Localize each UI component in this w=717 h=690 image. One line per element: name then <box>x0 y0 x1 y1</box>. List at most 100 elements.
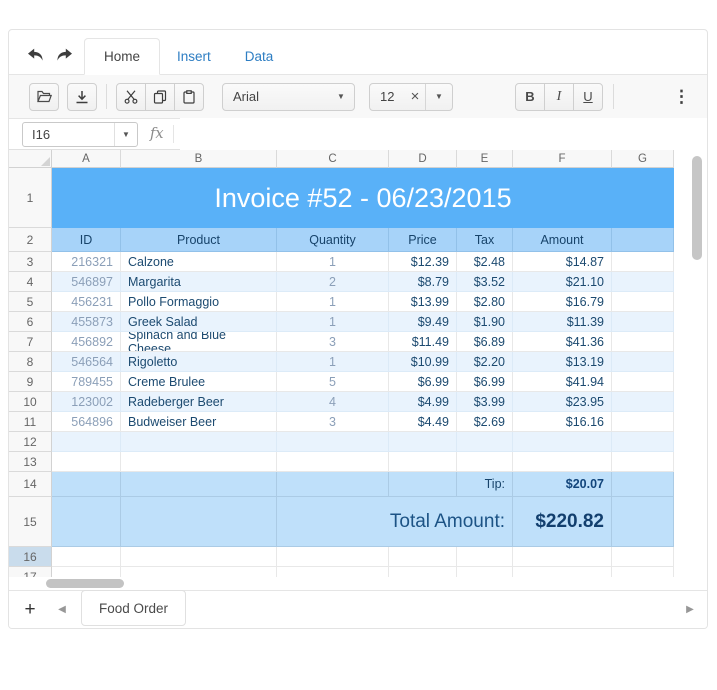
cell-D13[interactable] <box>389 452 457 472</box>
cell-D14[interactable] <box>389 472 457 497</box>
cell-A3[interactable]: 216321 <box>52 252 121 272</box>
redo-button[interactable] <box>53 45 75 65</box>
cell-G11[interactable] <box>612 412 674 432</box>
row-header-14[interactable]: 14 <box>9 472 52 497</box>
cell-E2[interactable]: Tax <box>457 228 513 252</box>
column-header-E[interactable]: E <box>457 150 513 168</box>
cell-B7[interactable]: Spinach and Blue Cheese <box>121 332 277 352</box>
cell-D5[interactable]: $13.99 <box>389 292 457 312</box>
row-header-6[interactable]: 6 <box>9 312 52 332</box>
next-sheet-icon[interactable]: ▶ <box>673 591 707 628</box>
cell-B13[interactable] <box>121 452 277 472</box>
cell-G16[interactable] <box>612 547 674 567</box>
underline-button[interactable]: U <box>573 82 603 111</box>
cell-F7[interactable]: $41.36 <box>513 332 612 352</box>
row-header-8[interactable]: 8 <box>9 352 52 372</box>
cell-A16[interactable] <box>52 547 121 567</box>
row-header-9[interactable]: 9 <box>9 372 52 392</box>
cell-A6[interactable]: 455873 <box>52 312 121 332</box>
tab-data[interactable]: Data <box>228 39 291 74</box>
cell-G10[interactable] <box>612 392 674 412</box>
cell-C9[interactable]: 5 <box>277 372 389 392</box>
cell-G14[interactable] <box>612 472 674 497</box>
italic-button[interactable]: I <box>544 82 574 111</box>
row-header-4[interactable]: 4 <box>9 272 52 292</box>
cell-E6[interactable]: $1.90 <box>457 312 513 332</box>
cell-invoice-banner[interactable]: Invoice #52 - 06/23/2015 <box>52 168 674 228</box>
cell-D3[interactable]: $12.39 <box>389 252 457 272</box>
cell-D8[interactable]: $10.99 <box>389 352 457 372</box>
export-button[interactable] <box>67 82 97 111</box>
cell-A8[interactable]: 546564 <box>52 352 121 372</box>
cell-C14[interactable] <box>277 472 389 497</box>
bold-button[interactable]: B <box>515 82 545 111</box>
sheet-tab-food-order[interactable]: Food Order <box>81 590 187 626</box>
cell-E3[interactable]: $2.48 <box>457 252 513 272</box>
cell-D11[interactable]: $4.49 <box>389 412 457 432</box>
cell-F5[interactable]: $16.79 <box>513 292 612 312</box>
cell-G8[interactable] <box>612 352 674 372</box>
cell-C16[interactable] <box>277 547 389 567</box>
column-header-D[interactable]: D <box>389 150 457 168</box>
name-box-input[interactable] <box>23 122 114 146</box>
cell-A4[interactable]: 546897 <box>52 272 121 292</box>
column-header-F[interactable]: F <box>513 150 612 168</box>
cell-C10[interactable]: 4 <box>277 392 389 412</box>
toolbar-overflow-button[interactable]: ⋮ <box>670 88 693 105</box>
font-family-combobox[interactable]: Arial ▼ <box>222 82 355 111</box>
cell-E7[interactable]: $6.89 <box>457 332 513 352</box>
cell-B2[interactable]: Product <box>121 228 277 252</box>
cell-D9[interactable]: $6.99 <box>389 372 457 392</box>
cell-A12[interactable] <box>52 432 121 452</box>
paste-button[interactable] <box>174 82 204 111</box>
cell-F17[interactable] <box>513 567 612 577</box>
cell-F4[interactable]: $21.10 <box>513 272 612 292</box>
cell-D6[interactable]: $9.49 <box>389 312 457 332</box>
tab-insert[interactable]: Insert <box>160 39 228 74</box>
tab-home[interactable]: Home <box>84 38 161 75</box>
column-header-B[interactable]: B <box>121 150 277 168</box>
cell-G13[interactable] <box>612 452 674 472</box>
cell-E11[interactable]: $2.69 <box>457 412 513 432</box>
row-header-16[interactable]: 16 <box>9 547 52 567</box>
cell-A10[interactable]: 123002 <box>52 392 121 412</box>
cell-F13[interactable] <box>513 452 612 472</box>
cell-E13[interactable] <box>457 452 513 472</box>
cell-G4[interactable] <box>612 272 674 292</box>
row-header-2[interactable]: 2 <box>9 228 52 252</box>
cell-C12[interactable] <box>277 432 389 452</box>
name-box-dropdown[interactable]: ▼ <box>114 122 137 146</box>
cell-A14[interactable] <box>52 472 121 497</box>
cell-B5[interactable]: Pollo Formaggio <box>121 292 277 312</box>
cell-B12[interactable] <box>121 432 277 452</box>
cell-F9[interactable]: $41.94 <box>513 372 612 392</box>
cell-F8[interactable]: $13.19 <box>513 352 612 372</box>
undo-button[interactable] <box>24 45 46 65</box>
cell-C8[interactable]: 1 <box>277 352 389 372</box>
cell-B6[interactable]: Greek Salad <box>121 312 277 332</box>
cell-A9[interactable]: 789455 <box>52 372 121 392</box>
cell-A7[interactable]: 456892 <box>52 332 121 352</box>
prev-sheet-icon[interactable]: ◀ <box>51 591 73 628</box>
cell-G6[interactable] <box>612 312 674 332</box>
cell-G12[interactable] <box>612 432 674 452</box>
cell-A2[interactable]: ID <box>52 228 121 252</box>
vertical-scrollbar[interactable] <box>692 156 702 260</box>
cell-F3[interactable]: $14.87 <box>513 252 612 272</box>
horizontal-scrollbar[interactable] <box>46 579 124 588</box>
cell-D4[interactable]: $8.79 <box>389 272 457 292</box>
cell-B16[interactable] <box>121 547 277 567</box>
row-header-12[interactable]: 12 <box>9 432 52 452</box>
row-header-7[interactable]: 7 <box>9 332 52 352</box>
column-header-G[interactable]: G <box>612 150 674 168</box>
cell-C7[interactable]: 3 <box>277 332 389 352</box>
font-size-combobox[interactable]: 12 × ▼ <box>369 82 453 111</box>
cell-A5[interactable]: 456231 <box>52 292 121 312</box>
cell-F12[interactable] <box>513 432 612 452</box>
cell-D10[interactable]: $4.99 <box>389 392 457 412</box>
cell-B8[interactable]: Rigoletto <box>121 352 277 372</box>
cell-E17[interactable] <box>457 567 513 577</box>
cell-A13[interactable] <box>52 452 121 472</box>
cell-C13[interactable] <box>277 452 389 472</box>
row-header-15[interactable]: 15 <box>9 497 52 547</box>
